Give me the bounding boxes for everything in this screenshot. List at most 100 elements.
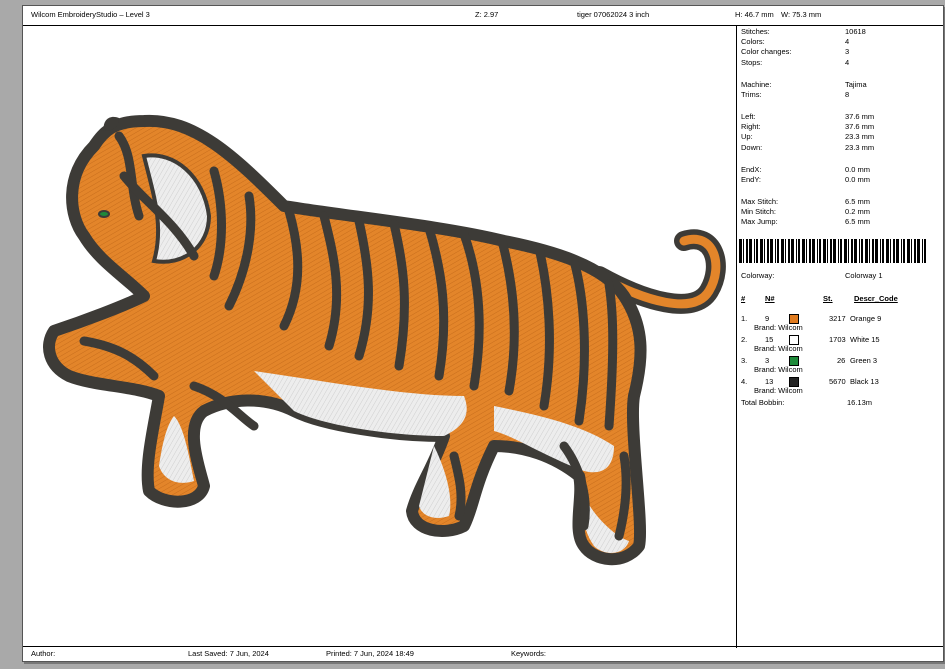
stat-label: EndX: — [741, 165, 762, 174]
table-row-brand: Brand: Wilcom — [754, 323, 803, 332]
app-title: Wilcom EmbroideryStudio – Level 3 — [31, 10, 150, 19]
print-preview-sheet: Wilcom EmbroideryStudio – Level 3 Z: 2.9… — [22, 5, 944, 662]
barcode-bar — [833, 239, 836, 263]
barcode-bar — [743, 239, 744, 263]
barcode-bar — [851, 239, 853, 263]
stat-label: Colors: — [741, 37, 765, 46]
barcode-bar — [760, 239, 763, 263]
stat-value: 10618 — [845, 27, 866, 36]
barcode-bar — [890, 239, 891, 263]
table-row-stitches: 5670 — [829, 377, 846, 386]
stat-value: 4 — [845, 37, 850, 46]
barcode-bar — [882, 239, 884, 263]
table-row-index: 4. — [741, 377, 748, 386]
table-row-descr: White 15 — [850, 335, 880, 344]
footer-last-saved: Last Saved: 7 Jun, 2024 — [188, 649, 269, 658]
stat-value: 23.3 mm — [845, 132, 875, 141]
barcode-bar — [788, 239, 790, 263]
stat-label: Stitches: — [741, 27, 770, 36]
barcode-bar — [854, 239, 857, 263]
stat-label: Machine: — [741, 80, 772, 89]
barcode-bar — [903, 239, 905, 263]
table-row-descr: Orange 9 — [850, 314, 882, 323]
table-row-index: 1. — [741, 314, 748, 323]
barcode-bar — [796, 239, 797, 263]
stat-value: 3 — [845, 47, 850, 56]
barcode-bar — [827, 239, 828, 263]
table-row-needle: 3 — [765, 356, 770, 365]
table-row-needle: 9 — [765, 314, 770, 323]
barcode-bar — [907, 239, 910, 263]
barcode-bar — [756, 239, 758, 263]
stat-value: 23.3 mm — [845, 143, 875, 152]
stat-value: Tajima — [845, 80, 867, 89]
barcode-bar — [777, 239, 779, 263]
stat-value: 8 — [845, 90, 850, 99]
barcode-bar — [812, 239, 815, 263]
col-header-needle: N# — [765, 294, 775, 303]
table-row-stitches: 1703 — [829, 335, 846, 344]
barcode-bar — [838, 239, 839, 263]
total-bobbin-label: Total Bobbin: — [741, 398, 785, 407]
barcode-bar — [896, 239, 899, 263]
stat-label: Max Jump: — [741, 217, 778, 226]
barcode-bar — [806, 239, 807, 263]
table-row-index: 3. — [741, 356, 748, 365]
col-header-descr: Descr_Code — [854, 294, 898, 303]
footer-printed: Printed: 7 Jun, 2024 18:49 — [326, 649, 414, 658]
barcode-bar — [770, 239, 773, 263]
barcode-bar — [886, 239, 889, 263]
barcode-bar — [922, 239, 923, 263]
design-height: H: 46.7 mm — [735, 10, 774, 19]
colorway-value: Colorway 1 — [845, 271, 883, 280]
barcode-bar — [775, 239, 776, 263]
barcode-bar — [917, 239, 920, 263]
footer-keywords: Keywords: — [511, 649, 547, 658]
barcode-bar — [872, 239, 874, 263]
table-row-brand: Brand: Wilcom — [754, 386, 803, 395]
barcode-bar — [798, 239, 800, 263]
table-row-stitches: 26 — [837, 356, 846, 365]
barcode-bar — [875, 239, 878, 263]
info-divider — [736, 26, 737, 648]
stat-value: 6.5 mm — [845, 197, 871, 206]
table-row-brand: Brand: Wilcom — [754, 365, 803, 374]
barcode-bar — [830, 239, 832, 263]
col-header-index: # — [741, 294, 746, 303]
table-row-descr: Green 3 — [850, 356, 878, 365]
barcode-bar — [914, 239, 916, 263]
barcode-bar — [791, 239, 794, 263]
barcode-bar — [764, 239, 765, 263]
stat-value: 0.2 mm — [845, 207, 871, 216]
barcode-bar — [861, 239, 863, 263]
table-row-needle: 15 — [765, 335, 774, 344]
barcode-bar — [893, 239, 895, 263]
stat-label: EndY: — [741, 175, 762, 184]
total-bobbin-value: 16.13m — [847, 398, 873, 407]
barcode-bar — [739, 239, 742, 263]
footer-divider — [23, 646, 943, 647]
barcode-bar — [823, 239, 826, 263]
table-row-index: 2. — [741, 335, 748, 344]
stat-label: Left: — [741, 112, 756, 121]
barcode-bar — [749, 239, 752, 263]
tiger-embroidery-design — [43, 114, 726, 566]
zoom-level: Z: 2.97 — [475, 10, 499, 19]
stat-label: Down: — [741, 143, 763, 152]
barcode-bar — [924, 239, 926, 263]
stat-label: Trims: — [741, 90, 762, 99]
barcode-bar — [840, 239, 842, 263]
barcode-bar — [911, 239, 912, 263]
barcode-bar — [802, 239, 805, 263]
barcode-bar — [809, 239, 811, 263]
design-width: W: 75.3 mm — [781, 10, 822, 19]
barcode-bar — [869, 239, 870, 263]
col-header-stitches: St. — [823, 294, 833, 303]
stat-value: 0.0 mm — [845, 165, 871, 174]
barcode-bar — [901, 239, 902, 263]
barcode-bar — [817, 239, 818, 263]
colorway-label: Colorway: — [741, 271, 775, 280]
stat-label: Max Stitch: — [741, 197, 779, 206]
stat-label: Stops: — [741, 58, 763, 67]
barcode-bar — [819, 239, 821, 263]
